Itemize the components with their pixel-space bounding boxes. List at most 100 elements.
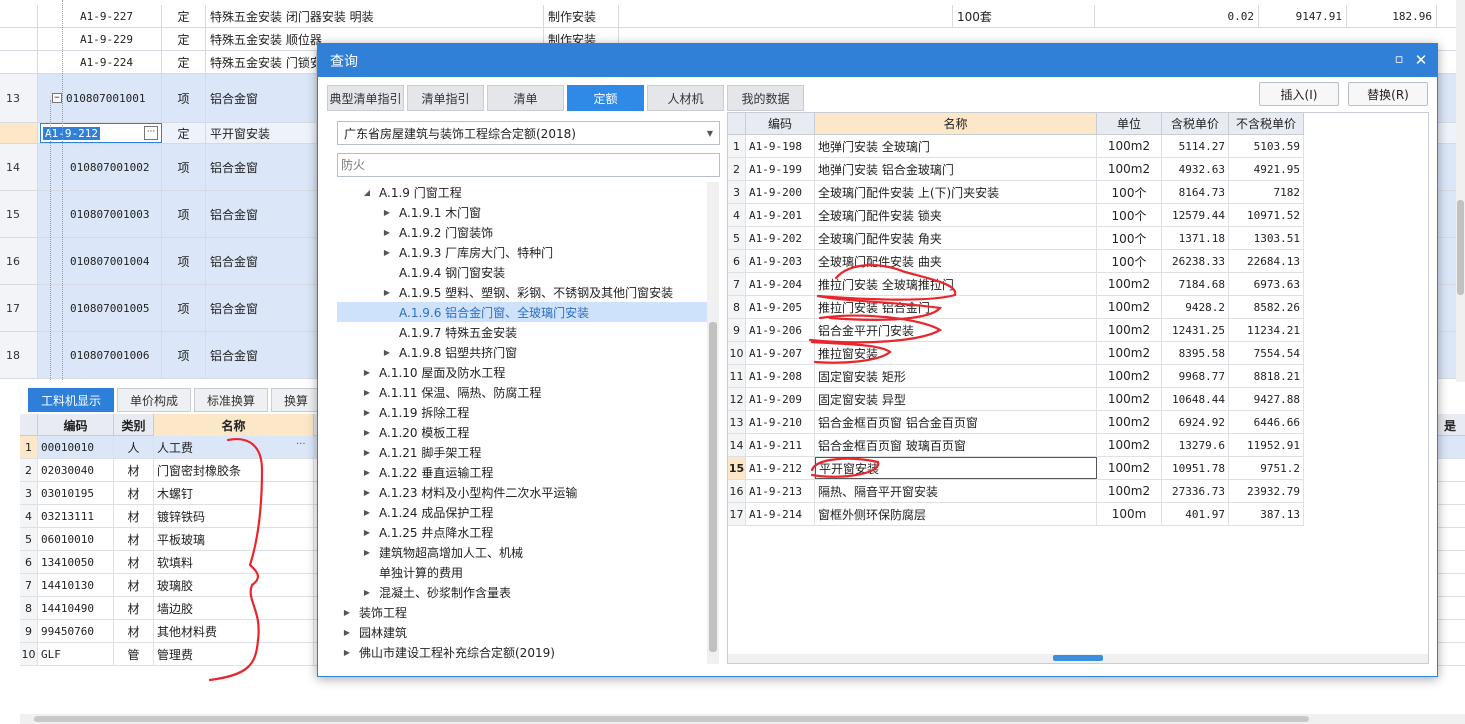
- table-row[interactable]: 9 A1-9-206 铝合金平开门安装 100m2 12431.25 11234.21: [728, 319, 1304, 342]
- main-vertical-scrollbar[interactable]: [1456, 0, 1465, 382]
- col-code[interactable]: 编码: [38, 414, 114, 436]
- expand-arrow-icon[interactable]: ▶: [361, 588, 373, 597]
- tab-typical-list-guide[interactable]: 典型清单指引: [327, 85, 404, 111]
- table-row[interactable]: 17 A1-9-214 窗框外侧环保防腐层 100m 401.97 387.13: [728, 503, 1304, 526]
- expand-arrow-icon[interactable]: ▶: [361, 388, 373, 397]
- expand-arrow-icon[interactable]: ▶: [381, 248, 393, 257]
- expand-arrow-icon[interactable]: ▶: [361, 548, 373, 557]
- tree-node[interactable]: ▶ A.1.9.3 厂库房大门、特种门: [337, 242, 707, 262]
- tree-node[interactable]: ▶ A.1.19 拆除工程: [337, 402, 707, 422]
- insert-button[interactable]: 插入(I): [1259, 82, 1339, 106]
- tab-quota[interactable]: 定额: [567, 85, 644, 111]
- expand-arrow-icon[interactable]: ▶: [361, 448, 373, 457]
- expand-arrow-icon[interactable]: ▶: [361, 368, 373, 377]
- horizontal-scrollbar[interactable]: [20, 714, 1465, 724]
- tree-node[interactable]: ▶ 园林建筑: [337, 622, 707, 642]
- table-row[interactable]: 8 A1-9-205 推拉门安装 铝合金门 100m2 9428.2 8582.26: [728, 296, 1304, 319]
- tree-node[interactable]: ▶ 混凝土、砂浆制作含量表: [337, 582, 707, 602]
- tab-labor-material-machine[interactable]: 人材机: [647, 85, 724, 111]
- table-row[interactable]: 14 A1-9-211 铝合金框百页窗 玻璃百页窗 100m2 13279.6 11952…: [728, 434, 1304, 457]
- close-icon[interactable]: ✕: [1413, 52, 1429, 68]
- tree-node[interactable]: ▶ A.1.24 成品保护工程: [337, 502, 707, 522]
- table-row[interactable]: 4 A1-9-201 全玻璃门配件安装 锁夹 100个 12579.44 10971.52: [728, 204, 1304, 227]
- tree-node[interactable]: ▶ A.1.21 脚手架工程: [337, 442, 707, 462]
- dialog-title-bar[interactable]: 查询 ▫ ✕: [318, 44, 1437, 77]
- tree-node[interactable]: ▶ 佛山市建设工程补充综合定额(2019): [337, 642, 707, 662]
- tree-node[interactable]: ▶ A.1.11 保温、隔热、防腐工程: [337, 382, 707, 402]
- tree-vertical-scrollbar[interactable]: [707, 182, 719, 664]
- tree-node[interactable]: 单独计算的费用: [337, 562, 707, 582]
- tab-labor-material[interactable]: 工料机显示: [28, 388, 115, 412]
- tab-standard-conversion[interactable]: 标准换算: [194, 388, 269, 412]
- maximize-icon[interactable]: ▫: [1391, 52, 1407, 68]
- ellipsis-button[interactable]: ···: [144, 126, 158, 140]
- expand-arrow-icon[interactable]: ▶: [361, 508, 373, 517]
- expand-arrow-icon[interactable]: ▶: [381, 208, 393, 217]
- code-edit-field[interactable]: A1-9-212: [43, 126, 100, 140]
- expand-arrow-icon[interactable]: ▶: [361, 488, 373, 497]
- expand-arrow-icon[interactable]: ▶: [341, 608, 353, 617]
- col-tax-price[interactable]: 含税单价: [1162, 113, 1229, 135]
- tab-conversion[interactable]: 换算: [271, 388, 322, 412]
- tree-node[interactable]: ▶ A.1.9.1 木门窗: [337, 202, 707, 222]
- ellipsis-button[interactable]: ···: [296, 439, 306, 450]
- tree-node[interactable]: ▶ A.1.20 模板工程: [337, 422, 707, 442]
- table-row[interactable]: 13 A1-9-210 铝合金框百页窗 铝合金百页窗 100m2 6924.92 6446…: [728, 411, 1304, 434]
- replace-button[interactable]: 替换(R): [1348, 82, 1428, 106]
- tree-node[interactable]: ▶ A.1.9.5 塑料、塑钢、彩钢、不锈钢及其他门窗安装: [337, 282, 707, 302]
- tab-list[interactable]: 清单: [487, 85, 564, 111]
- row-code: 03010195: [38, 482, 114, 504]
- search-input[interactable]: [337, 153, 720, 177]
- row-tax-price: 9968.77: [1162, 365, 1229, 387]
- row-code: 00010010: [38, 436, 114, 458]
- col-unit[interactable]: 单位: [1097, 113, 1162, 135]
- table-row[interactable]: A1-9-227 定 特殊五金安装 闭门器安装 明装 制作安装 100套 0.0…: [0, 5, 1465, 28]
- tree-node[interactable]: ▶ A.1.10 屋面及防水工程: [337, 362, 707, 382]
- tree-node[interactable]: ▶ A.1.9.2 门窗装饰: [337, 222, 707, 242]
- row-kind: 定: [162, 123, 206, 143]
- expand-arrow-icon[interactable]: ▶: [361, 408, 373, 417]
- table-row[interactable]: 2 A1-9-199 地弹门安装 铝合金玻璃门 100m2 4932.63 4921.95: [728, 158, 1304, 181]
- expand-arrow-icon[interactable]: ▶: [361, 528, 373, 537]
- table-row[interactable]: 7 A1-9-204 推拉门安装 全玻璃推拉门 100m2 7184.68 6973.63: [728, 273, 1304, 296]
- expand-arrow-icon[interactable]: ▶: [381, 288, 393, 297]
- table-row[interactable]: 10 A1-9-207 推拉窗安装 100m2 8395.58 7554.54: [728, 342, 1304, 365]
- tab-unit-price[interactable]: 单价构成: [117, 388, 192, 412]
- tree-node[interactable]: ▶ A.1.22 垂直运输工程: [337, 462, 707, 482]
- row-code: 010807001002: [40, 144, 162, 190]
- collapse-icon[interactable]: −: [52, 93, 62, 103]
- tree-node[interactable]: A.1.9.6 铝合金门窗、全玻璃门安装: [337, 302, 707, 322]
- table-row[interactable]: 16 A1-9-213 隔热、隔音平开窗安装 100m2 27336.73 23932.7…: [728, 480, 1304, 503]
- expand-arrow-icon[interactable]: ▶: [361, 428, 373, 437]
- table-row[interactable]: 5 A1-9-202 全玻璃门配件安装 角夹 100个 1371.18 1303.51: [728, 227, 1304, 250]
- table-row[interactable]: 3 A1-9-200 全玻璃门配件安装 上(下)门夹安装 100个 8164.73 718…: [728, 181, 1304, 204]
- tree-node[interactable]: ▶ 装饰工程: [337, 602, 707, 622]
- table-row[interactable]: 11 A1-9-208 固定窗安装 矩形 100m2 9968.77 8818.21: [728, 365, 1304, 388]
- col-type[interactable]: 类别: [114, 414, 154, 436]
- col-code[interactable]: 编码: [746, 113, 815, 135]
- col-name[interactable]: 名称: [815, 113, 1097, 135]
- tree-node[interactable]: ▶ 建筑物超高增加人工、机械: [337, 542, 707, 562]
- tree-node[interactable]: ▶ A.1.25 井点降水工程: [337, 522, 707, 542]
- expand-arrow-icon[interactable]: ▶: [341, 628, 353, 637]
- tree-node[interactable]: ▶ A.1.9.8 铝塑共挤门窗: [337, 342, 707, 362]
- library-select[interactable]: 广东省房屋建筑与装饰工程综合定额(2018) ▼: [337, 121, 720, 145]
- tree-node[interactable]: A.1.9.7 特殊五金安装: [337, 322, 707, 342]
- tree-node[interactable]: ◢ A.1.9 门窗工程: [337, 182, 707, 202]
- table-row[interactable]: 15 A1-9-212 平开窗安装 100m2 10951.78 9751.2: [728, 457, 1304, 480]
- table-row[interactable]: 12 A1-9-209 固定窗安装 异型 100m2 10648.44 9427.88: [728, 388, 1304, 411]
- expanded-arrow-icon[interactable]: ◢: [361, 188, 373, 197]
- table-horizontal-scrollbar[interactable]: [728, 654, 1428, 663]
- col-notax-price[interactable]: 不含税单价: [1229, 113, 1304, 135]
- expand-arrow-icon[interactable]: ▶: [361, 468, 373, 477]
- table-row[interactable]: 1 A1-9-198 地弹门安装 全玻璃门 100m2 5114.27 5103.59: [728, 135, 1304, 158]
- expand-arrow-icon[interactable]: ▶: [381, 348, 393, 357]
- tree-node[interactable]: A.1.9.4 钢门窗安装: [337, 262, 707, 282]
- col-name[interactable]: 名称: [154, 414, 314, 436]
- expand-arrow-icon[interactable]: ▶: [381, 228, 393, 237]
- tab-list-guide[interactable]: 清单指引: [407, 85, 484, 111]
- expand-arrow-icon[interactable]: ▶: [341, 648, 353, 657]
- tab-my-data[interactable]: 我的数据: [727, 85, 804, 111]
- table-row[interactable]: 6 A1-9-203 全玻璃门配件安装 曲夹 100个 26238.33 22684.13: [728, 250, 1304, 273]
- tree-node[interactable]: ▶ A.1.23 材料及小型构件二次水平运输: [337, 482, 707, 502]
